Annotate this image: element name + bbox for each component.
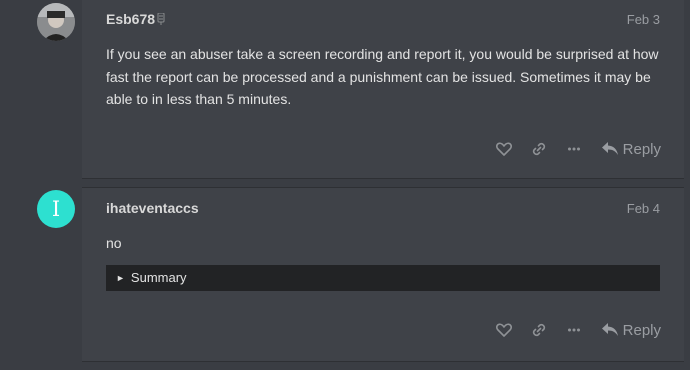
post-actions: Reply — [478, 319, 661, 341]
like-heart-icon[interactable] — [495, 321, 513, 339]
reply-label: Reply — [622, 321, 661, 339]
username[interactable]: Esb678 — [106, 11, 155, 27]
flair-icon — [157, 13, 165, 25]
link-icon[interactable] — [530, 140, 548, 158]
reply-button[interactable]: Reply — [601, 322, 661, 339]
post-text: If you see an abuser take a screen recor… — [106, 46, 659, 107]
link-icon[interactable] — [530, 321, 548, 339]
username[interactable]: ihateventaccs — [106, 200, 199, 216]
avatar[interactable]: I — [37, 190, 75, 228]
post-date[interactable]: Feb 3 — [627, 12, 660, 27]
reply-button[interactable]: Reply — [601, 141, 661, 158]
like-heart-icon[interactable] — [495, 140, 513, 158]
more-dots-icon[interactable] — [565, 140, 583, 158]
post-text: no — [106, 235, 122, 251]
reply-label: Reply — [622, 140, 661, 158]
more-dots-icon[interactable] — [565, 321, 583, 339]
triangle-right-icon: ► — [116, 273, 125, 283]
reply-arrow-icon — [601, 323, 618, 336]
user-photo-icon — [37, 3, 75, 41]
post-date[interactable]: Feb 4 — [627, 201, 660, 216]
avatar[interactable] — [37, 3, 75, 41]
reply-arrow-icon — [601, 142, 618, 155]
summary-details[interactable]: ► Summary — [106, 265, 660, 291]
summary-label: Summary — [130, 270, 187, 285]
post-actions: Reply — [478, 138, 661, 160]
